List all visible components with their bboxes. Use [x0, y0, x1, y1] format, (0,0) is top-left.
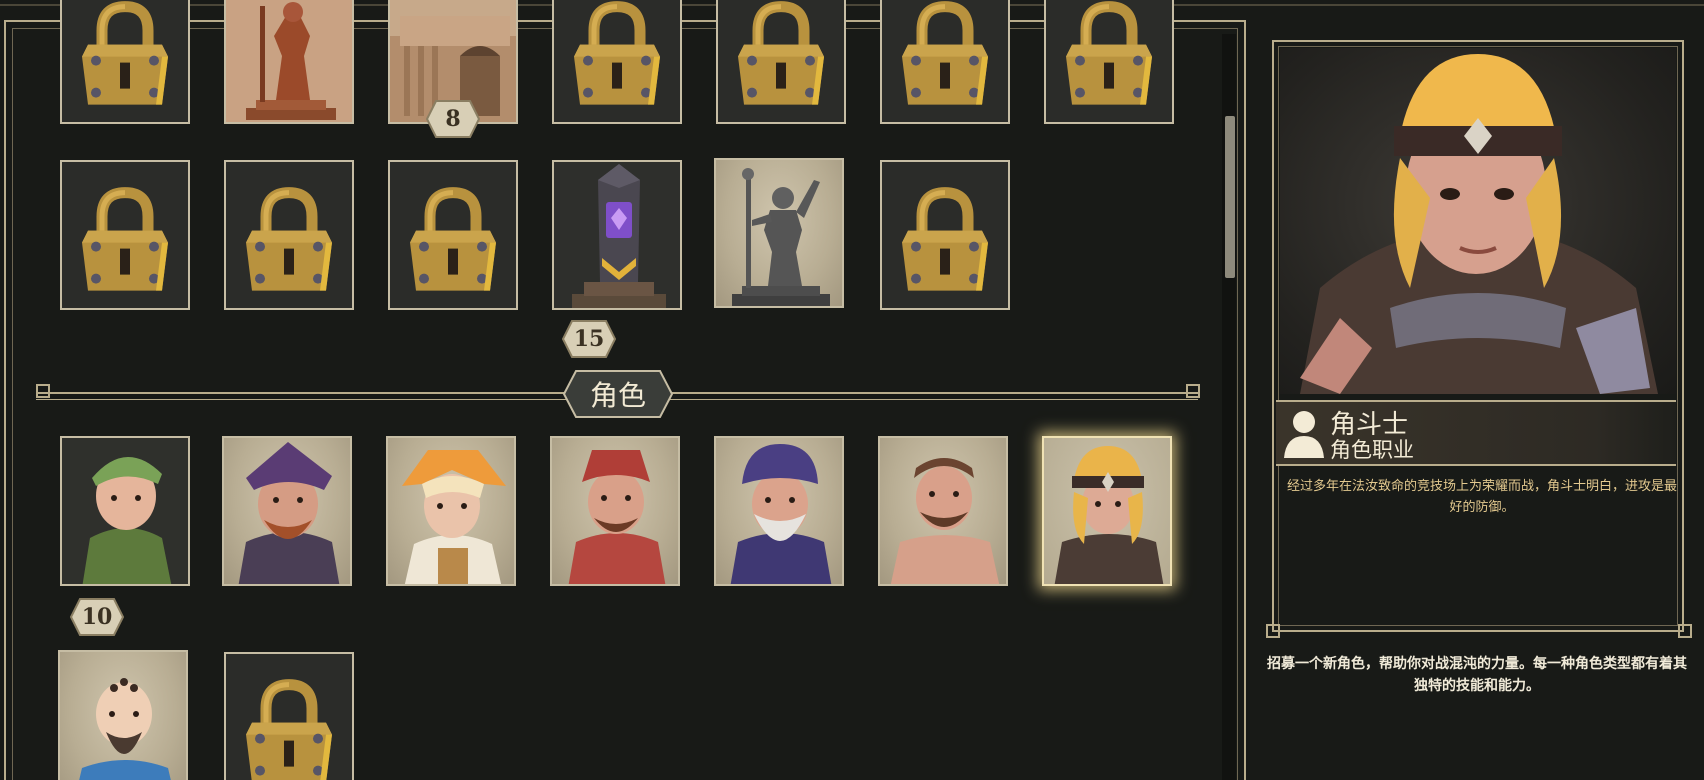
staff-statue-icon [732, 168, 830, 306]
bare-chested-brawler-portrait [890, 458, 1000, 584]
purple-hat-rogue-portrait [238, 442, 340, 584]
collection-slot-obelisk[interactable] [552, 160, 682, 310]
purple-turban-wizard-portrait [730, 444, 832, 584]
section-header: 角色 [562, 369, 674, 419]
collection-slot-locked[interactable] [880, 0, 1010, 124]
gladiator-portrait [1054, 446, 1164, 584]
character-card[interactable] [60, 436, 190, 586]
character-description: 经过多年在法汝致命的竞技场上为荣耀而战，角斗士明白，进攻是最好的防御。 [1286, 479, 1677, 515]
character-card-selected[interactable] [1042, 436, 1172, 586]
padlock-icon [82, 187, 168, 297]
collection-slot-warrior-statue[interactable] [224, 0, 354, 124]
padlock-icon [82, 1, 168, 111]
divider-ornament [36, 384, 50, 398]
collection-slot-locked[interactable] [552, 0, 682, 124]
character-class-label: 角色职业 [1330, 438, 1414, 462]
green-hood-archer-portrait [62, 438, 188, 584]
character-slot-locked[interactable] [224, 652, 354, 780]
scrollbar-thumb[interactable] [1225, 116, 1235, 278]
padlock-icon [738, 1, 824, 111]
collection-slot-locked[interactable] [880, 160, 1010, 310]
panel-ornament [1266, 624, 1280, 638]
crystal-obelisk-icon [572, 164, 666, 308]
padlock-icon [1066, 1, 1152, 111]
padlock-icon [246, 679, 332, 780]
collection-slot-staff-statue[interactable] [714, 158, 844, 308]
character-card[interactable] [878, 436, 1008, 586]
character-large-portrait [1280, 48, 1676, 394]
collection-slot-locked[interactable] [60, 0, 190, 124]
character-card[interactable] [714, 436, 844, 586]
section-title: 角色 [589, 379, 646, 412]
collection-slot-locked[interactable] [388, 160, 518, 310]
padlock-icon [574, 1, 660, 111]
character-card[interactable] [222, 436, 352, 586]
bald-monk-portrait [79, 678, 171, 780]
red-cap-adventurer-portrait [568, 450, 666, 584]
recruit-info-text: 招募一个新角色，帮助你对战混沌的力量。每一种角色类型都有着其独特的技能和能力。 [1267, 656, 1687, 694]
collection-slot-locked[interactable] [224, 160, 354, 310]
collection-slot-locked[interactable] [1044, 0, 1174, 124]
padlock-icon [902, 187, 988, 297]
count-badge: 10 [70, 598, 124, 636]
padlock-icon [246, 187, 332, 297]
character-card[interactable] [550, 436, 680, 586]
panel-ornament [1678, 624, 1692, 638]
warrior-statue-icon [246, 2, 336, 120]
collection-slot-locked[interactable] [716, 0, 846, 124]
count-badge: 15 [562, 320, 616, 358]
character-card[interactable] [58, 650, 188, 780]
gladiator-large-portrait [1300, 54, 1658, 394]
character-card[interactable] [386, 436, 516, 586]
divider-ornament [1186, 384, 1200, 398]
padlock-icon [410, 187, 496, 297]
collection-slot-locked[interactable] [60, 160, 190, 310]
padlock-icon [902, 1, 988, 111]
count-badge: 8 [426, 100, 480, 138]
person-silhouette-icon [1284, 411, 1324, 458]
orange-hat-maiden-portrait [402, 450, 506, 584]
